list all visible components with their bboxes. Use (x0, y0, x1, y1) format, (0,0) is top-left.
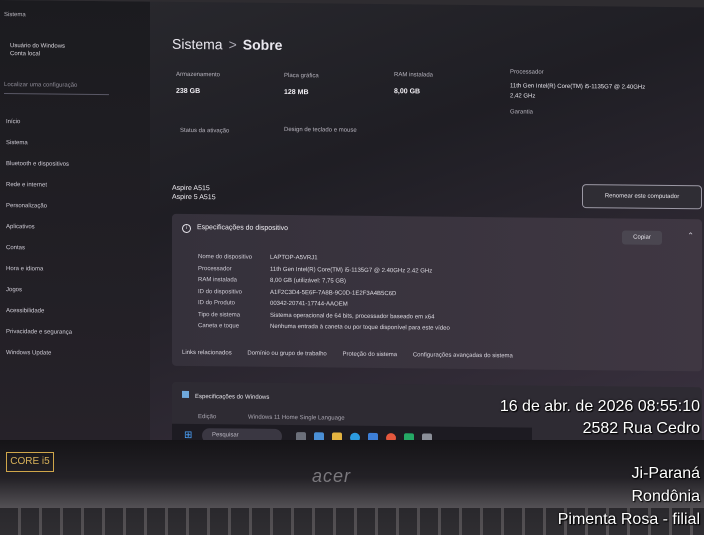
sidebar-item-accessibility[interactable]: Acessibilidade (6, 301, 146, 323)
spec-row-key: Tipo de sistema (198, 311, 241, 319)
spec-row-key: ID do Produto (198, 300, 236, 307)
sidebar-item-time-language[interactable]: Hora e idioma (6, 259, 146, 281)
device-name-block: Aspire A515 Aspire 5 A515 (172, 184, 216, 202)
breadcrumb: Sistema > Sobre (172, 36, 282, 53)
sidebar-item-network[interactable]: Rede e internet (6, 175, 146, 197)
spec-row-key: Caneta e toque (198, 323, 240, 330)
sidebar-item-gaming[interactable]: Jogos (6, 280, 146, 302)
sidebar-item-windows-update[interactable]: Windows Update (6, 343, 146, 365)
device-specs-rows: Nome do dispositivo LAPTOP-A5VRJ1 Process… (198, 254, 658, 339)
spec-graphics: Placa gráfica 128 MB (284, 73, 319, 96)
stamp-place: Pimenta Rosa - filial (557, 511, 700, 528)
link-advanced-settings[interactable]: Configurações avançadas do sistema (413, 352, 513, 359)
sidebar-item-accounts[interactable]: Contas (6, 238, 146, 260)
sidebar-item-apps[interactable]: Aplicativos (6, 217, 146, 239)
spec-warranty[interactable]: Garantia (510, 109, 650, 116)
device-specs-header[interactable]: i Especificações do dispositivo (182, 223, 289, 234)
device-model: Aspire 5 A515 (172, 193, 216, 202)
spec-row-key: RAM instalada (198, 277, 238, 284)
page-title: Sobre (242, 36, 283, 53)
spec-storage: Armazenamento 238 GB (176, 72, 220, 95)
stamp-state: Rondônia (631, 488, 701, 505)
sidebar-item-privacy[interactable]: Privacidade e segurança (6, 322, 146, 344)
copy-button[interactable]: Copiar (622, 230, 662, 245)
sidebar-item-personalization[interactable]: Personalização (6, 196, 146, 218)
spec-ram-label: RAM instalada (394, 72, 434, 79)
laptop-screen: Sistema Usuário do Windows Conta local L… (0, 0, 704, 448)
spec-row-key: Nome do dispositivo (198, 254, 253, 261)
spec-graphics-value: 128 MB (284, 88, 309, 97)
spec-row-value: 8,00 GB (utilizável: 7,75 GB) (270, 277, 347, 285)
spec-storage-label: Armazenamento (176, 71, 221, 79)
sidebar-nav: Início Sistema Bluetooth e dispositivos … (6, 112, 146, 365)
spec-ram: RAM instalada 8,00 GB (394, 72, 433, 95)
keyboard-mouse-design[interactable]: Design de teclado e mouse (284, 127, 357, 134)
windows-specs-title: Especificações do Windows (195, 394, 270, 401)
spec-processor-speed: 2,42 GHz (510, 93, 536, 100)
spec-summary: Armazenamento 238 GB Placa gráfica 128 M… (172, 66, 692, 161)
windows-edition: Edição Windows 11 Home Single Language (198, 414, 345, 422)
settings-main: Sistema > Sobre Armazenamento 238 GB Placa… (150, 2, 704, 448)
stamp-street: 2582 Rua Cedro (582, 420, 700, 437)
activation-status[interactable]: Status da ativação (180, 128, 229, 135)
link-domain-workgroup[interactable]: Domínio ou grupo de trabalho (247, 351, 326, 358)
related-links-label: Links relacionados (182, 349, 232, 357)
spec-row-value: A1F2C3D4-5E6F-7A8B-9C0D-1E2F3A4B5C6D (270, 289, 397, 297)
spec-ram-value: 8,00 GB (394, 88, 421, 96)
related-links: Links relacionados Domínio ou grupo de t… (182, 350, 692, 361)
sidebar-item-system[interactable]: Sistema (6, 133, 146, 155)
windows-edition-key: Edição (198, 414, 217, 421)
device-name: Aspire A515 (172, 184, 210, 193)
acer-logo: acer (312, 466, 352, 486)
spec-row-value: LAPTOP-A5VRJ1 (270, 254, 318, 262)
spec-graphics-label: Placa gráfica (284, 72, 319, 80)
sidebar-title: Sistema (4, 12, 26, 19)
intel-sticker: CORE i5 (6, 452, 54, 472)
device-specs-card: i Especificações do dispositivo Copiar ⌃ … (172, 213, 702, 372)
chevron-up-icon[interactable]: ⌃ (687, 231, 694, 240)
stamp-district: Ji-Paraná (631, 465, 700, 482)
device-specs-title: Especificações do dispositivo (197, 224, 289, 233)
breadcrumb-parent[interactable]: Sistema (172, 36, 223, 53)
spec-row-value: Nenhuma entrada à caneta ou por toque di… (270, 323, 450, 332)
windows-logo-icon (182, 390, 189, 398)
user-account[interactable]: Usuário do Windows Conta local (10, 42, 140, 59)
spec-row-value: Sistema operacional de 64 bits, processa… (270, 312, 435, 321)
rename-pc-button[interactable]: Renomear este computador (582, 184, 702, 210)
windows-specs-header[interactable]: Especificações do Windows (182, 390, 270, 401)
spec-row-key: Processador (198, 265, 232, 272)
info-icon: i (182, 223, 191, 234)
spec-processor-label: Processador (510, 69, 544, 76)
stamp-datetime: 16 de abr. de 2026 08:55:10 (499, 398, 700, 415)
sidebar-item-home[interactable]: Início (6, 112, 146, 134)
settings-sidebar: Sistema Usuário do Windows Conta local L… (0, 0, 150, 442)
spec-storage-value: 238 GB (176, 87, 201, 96)
windows-edition-value: Windows 11 Home Single Language (248, 414, 345, 422)
settings-search-input[interactable]: Localizar uma configuração (4, 82, 109, 96)
spec-row-value: 00342-20741-17744-AAOEM (270, 300, 348, 308)
sidebar-item-bluetooth[interactable]: Bluetooth e dispositivos (6, 154, 146, 176)
breadcrumb-separator: > (228, 36, 237, 53)
link-system-protection[interactable]: Proteção do sistema (342, 352, 397, 359)
spec-processor: Processador 11th Gen Intel(R) Core(TM) i… (510, 69, 650, 116)
user-sub: Conta local (10, 51, 41, 58)
spec-row-value: 11th Gen Intel(R) Core(TM) i5-1135G7 @ 2… (270, 266, 433, 275)
photo: Sistema Usuário do Windows Conta local L… (0, 0, 704, 535)
spec-row-key: ID do dispositivo (198, 288, 243, 296)
